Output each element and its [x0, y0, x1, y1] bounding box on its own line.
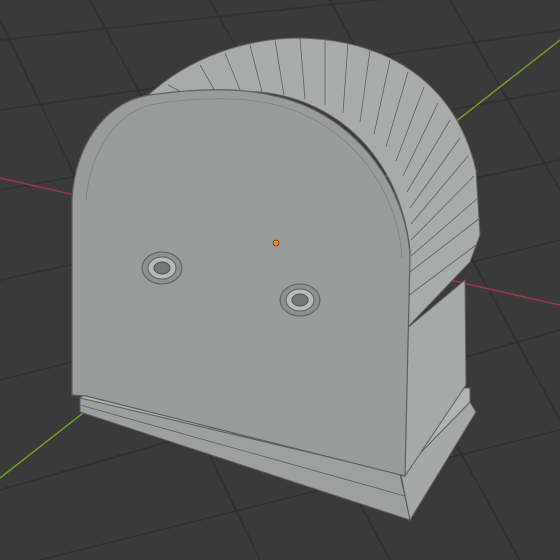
- hole-left: [141, 251, 183, 285]
- viewport-canvas[interactable]: [0, 0, 560, 560]
- origin-point[interactable]: [272, 239, 280, 247]
- 3d-viewport[interactable]: [0, 0, 560, 560]
- hole-right: [279, 283, 321, 317]
- arched-mesh-object[interactable]: [71, 37, 481, 522]
